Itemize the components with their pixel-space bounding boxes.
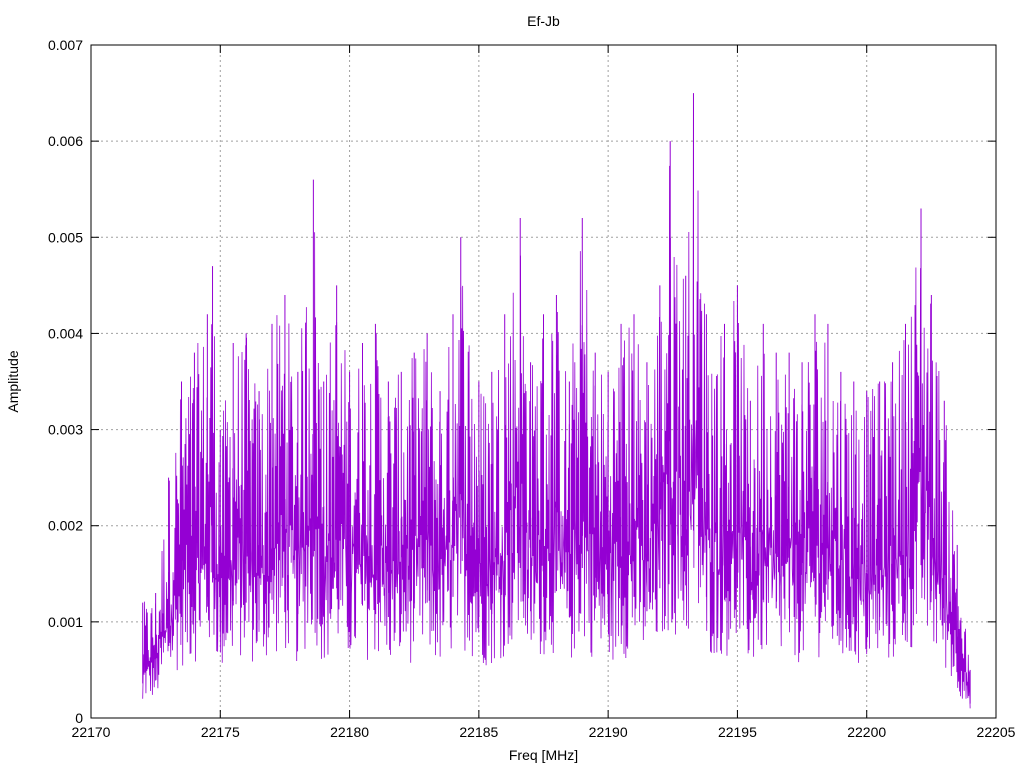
y-tick-label: 0.001 [48, 614, 83, 630]
x-tick-label: 22185 [459, 724, 498, 740]
x-tick-label: 22175 [201, 724, 240, 740]
y-axis-label: Amplitude [5, 350, 21, 412]
x-tick-label: 22180 [330, 724, 369, 740]
y-tick-labels: 0 0.001 0.002 0.003 0.004 0.005 0.006 0.007 [48, 37, 83, 726]
x-tick-label: 22200 [847, 724, 886, 740]
y-tick-label: 0.002 [48, 518, 83, 534]
y-tick-label: 0.004 [48, 325, 83, 341]
y-tick-label: 0.003 [48, 422, 83, 438]
y-tick-label: 0.005 [48, 229, 83, 245]
x-axis-label: Freq [MHz] [509, 747, 578, 763]
x-tick-label: 22170 [72, 724, 111, 740]
x-tick-label: 22205 [977, 724, 1016, 740]
x-tick-labels: 22170 22175 22180 22185 22190 22195 22200 22205 [72, 724, 1016, 740]
y-tick-label: 0 [75, 710, 83, 726]
chart-title: Ef-Jb [527, 13, 560, 29]
y-tick-label: 0.007 [48, 37, 83, 53]
y-tick-label: 0.006 [48, 133, 83, 149]
series-line [142, 93, 971, 709]
spectrum-chart: Ef-Jb 22170 22175 22180 22185 22190 22195 2220… [5, 13, 1016, 763]
x-tick-label: 22190 [589, 724, 628, 740]
x-tick-label: 22195 [718, 724, 757, 740]
